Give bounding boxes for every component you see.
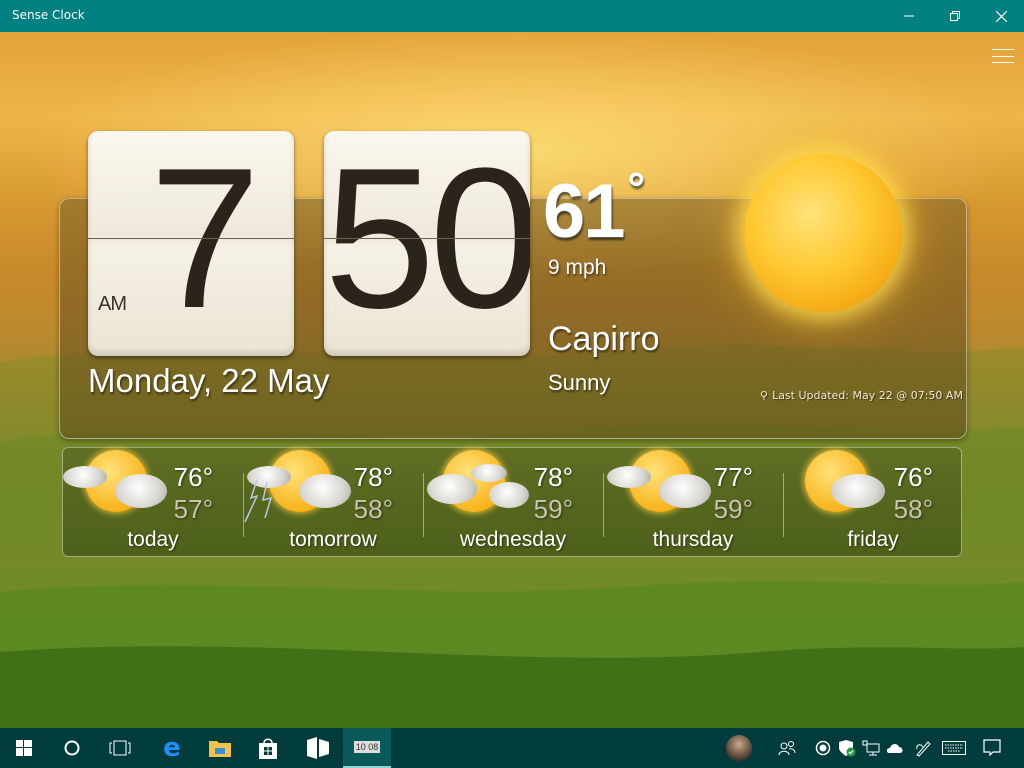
mostly-cloudy-icon xyxy=(423,448,543,528)
close-button[interactable] xyxy=(978,0,1024,32)
forecast-day[interactable]: 76° 58° friday xyxy=(783,448,963,558)
minimize-icon xyxy=(904,15,914,17)
taskbar: e 10 08 xyxy=(0,728,1024,768)
partly-cloudy-icon xyxy=(603,448,723,528)
flip-clock-icon: 10 08 xyxy=(353,741,381,753)
location-pin-icon: ⚲ xyxy=(760,389,769,402)
hamburger-menu-button[interactable] xyxy=(992,49,1014,63)
thunderstorm-icon xyxy=(243,448,363,528)
windows-logo-icon xyxy=(16,740,32,756)
forecast-high: 77° xyxy=(713,462,753,492)
minute-value: 50 xyxy=(324,131,530,350)
partly-cloudy-icon xyxy=(63,448,183,528)
forecast-low: 59° xyxy=(533,494,573,524)
people-button[interactable] xyxy=(774,728,800,768)
partly-cloudy-icon xyxy=(783,448,903,528)
degree-symbol: ° xyxy=(627,164,646,213)
forecast-day[interactable]: 78° 58° tomorrow xyxy=(243,448,423,558)
forecast-day[interactable]: 76° 57° today xyxy=(63,448,243,558)
keyboard-button[interactable] xyxy=(940,728,968,768)
task-view-icon xyxy=(109,740,131,756)
store-bag-icon xyxy=(259,738,277,759)
current-temperature: 61° xyxy=(543,164,645,255)
sun-icon xyxy=(744,154,902,312)
hamburger-menu-icon xyxy=(992,49,1014,50)
edge-button[interactable]: e xyxy=(148,728,196,768)
folder-icon xyxy=(209,741,231,757)
restore-icon xyxy=(950,11,960,21)
hour-value: 7 xyxy=(149,131,260,350)
hour-flip-card: 7 AM xyxy=(88,131,294,356)
forecast-low: 59° xyxy=(713,494,753,524)
notification-icon xyxy=(983,739,1001,757)
forecast-low: 58° xyxy=(353,494,393,524)
title-bar: Sense Clock xyxy=(0,0,1024,32)
network-icon xyxy=(862,740,880,756)
task-view-button[interactable] xyxy=(96,728,144,768)
defender-button[interactable] xyxy=(836,728,858,768)
app-tiles-icon xyxy=(307,737,329,759)
last-updated[interactable]: ⚲ Last Updated: May 22 @ 07:50 AM xyxy=(760,389,963,402)
forecast-day-label: today xyxy=(127,528,179,551)
temperature-value: 61 xyxy=(543,169,626,254)
edge-browser-icon: e xyxy=(163,733,181,763)
close-icon xyxy=(995,10,1007,22)
forecast-high: 76° xyxy=(893,462,933,492)
am-pm-indicator: AM xyxy=(98,293,127,315)
people-icon xyxy=(778,741,796,756)
forecast-day-label: thursday xyxy=(652,528,734,551)
record-icon xyxy=(815,740,831,756)
start-button[interactable] xyxy=(0,728,48,768)
city-name[interactable]: Capirro xyxy=(548,320,659,359)
cortana-button[interactable] xyxy=(48,728,96,768)
date-label: Monday, 22 May xyxy=(88,362,330,399)
keyboard-icon xyxy=(942,741,966,755)
last-updated-text: Last Updated: May 22 @ 07:50 AM xyxy=(772,389,963,402)
file-explorer-button[interactable] xyxy=(196,728,244,768)
minimize-button[interactable] xyxy=(886,0,932,32)
forecast-day[interactable]: 78° 59° wednesday xyxy=(423,448,603,558)
pen-workspace-button[interactable] xyxy=(912,728,934,768)
app-button[interactable] xyxy=(294,728,342,768)
forecast-panel: 76° 57° today 78° 58° tomorrow 78° 59° w… xyxy=(62,447,962,557)
onedrive-button[interactable] xyxy=(884,728,906,768)
action-center-button[interactable] xyxy=(978,728,1006,768)
cloud-icon xyxy=(886,744,903,753)
store-button[interactable] xyxy=(244,728,292,768)
record-button[interactable] xyxy=(812,728,834,768)
flip-hinge xyxy=(324,238,530,239)
weather-condition: Sunny xyxy=(548,370,611,395)
restore-button[interactable] xyxy=(932,0,978,32)
pen-workspace-icon xyxy=(916,741,931,757)
forecast-low: 57° xyxy=(173,494,213,524)
flip-hinge xyxy=(88,238,294,239)
shield-check-icon xyxy=(839,740,856,757)
forecast-low: 58° xyxy=(893,494,933,524)
forecast-high: 76° xyxy=(173,462,213,492)
user-avatar[interactable] xyxy=(724,728,754,768)
forecast-day-label: tomorrow xyxy=(289,528,377,551)
sense-clock-taskbar-button[interactable]: 10 08 xyxy=(343,728,391,768)
window-title: Sense Clock xyxy=(12,8,85,22)
forecast-day-label: wednesday xyxy=(459,528,567,551)
network-button[interactable] xyxy=(860,728,882,768)
minute-flip-card: 50 xyxy=(324,131,530,356)
wind-speed: 9 mph xyxy=(548,256,607,279)
forecast-day-label: friday xyxy=(847,528,899,551)
cortana-circle-icon xyxy=(64,740,80,756)
forecast-high: 78° xyxy=(533,462,573,492)
forecast-day[interactable]: 77° 59° thursday xyxy=(603,448,783,558)
forecast-high: 78° xyxy=(353,462,393,492)
